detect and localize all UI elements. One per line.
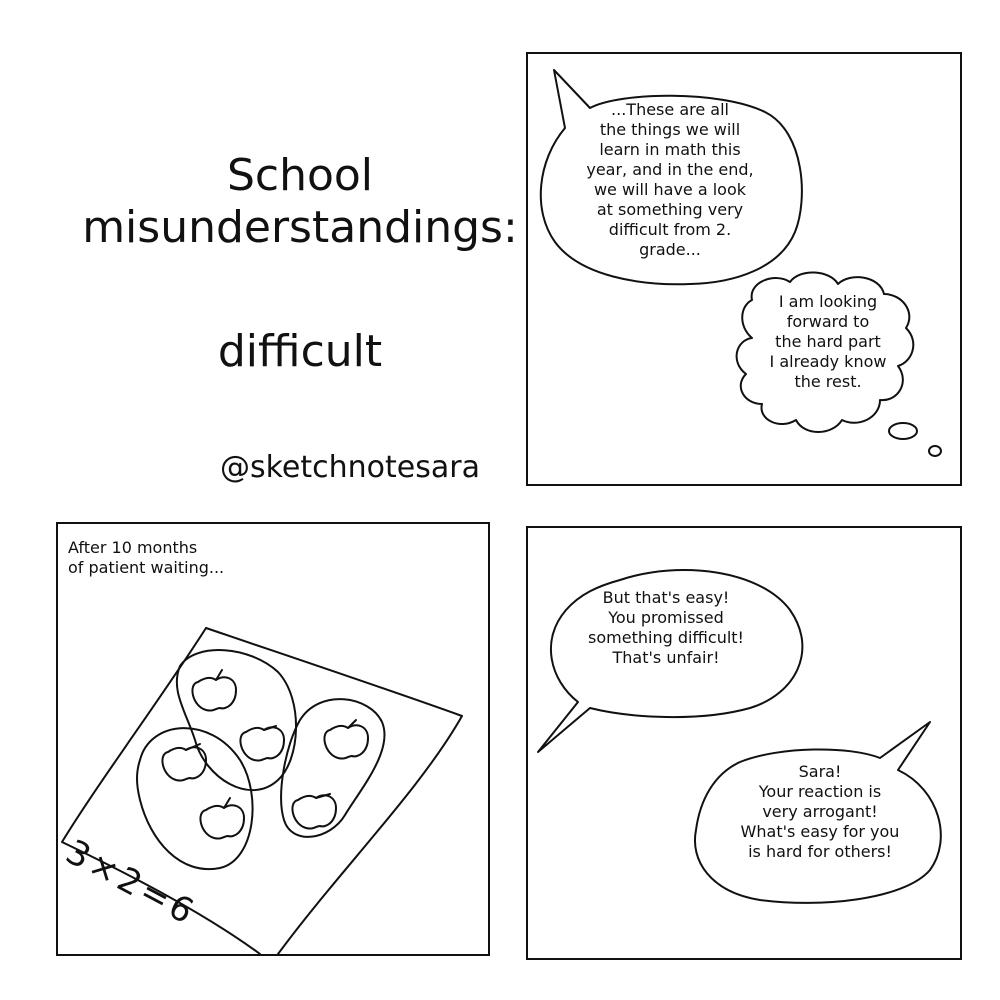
apple-icon bbox=[161, 743, 207, 782]
thought-dot-large bbox=[888, 422, 918, 440]
teacher-speech-text: ...These are all the things we will lear… bbox=[586, 100, 754, 259]
child-speech-text: But that's easy! You promissed something… bbox=[588, 588, 744, 667]
apple-icon bbox=[239, 725, 285, 762]
apple-group-left bbox=[136, 727, 254, 871]
apple-group-middle bbox=[175, 649, 297, 792]
thought-dot-small bbox=[928, 445, 942, 457]
panel-caption: After 10 months of patient waiting... bbox=[68, 538, 225, 577]
apple-icon bbox=[323, 719, 369, 760]
teacher-reply-text: Sara! Your reaction is very arrogant! Wh… bbox=[740, 762, 900, 861]
worksheet-paper bbox=[61, 627, 463, 955]
apple-icon bbox=[199, 797, 245, 840]
apple-icon bbox=[191, 669, 237, 712]
child-thought-text: I am looking forward to the hard part I … bbox=[769, 292, 887, 391]
apple-icon bbox=[291, 793, 337, 830]
